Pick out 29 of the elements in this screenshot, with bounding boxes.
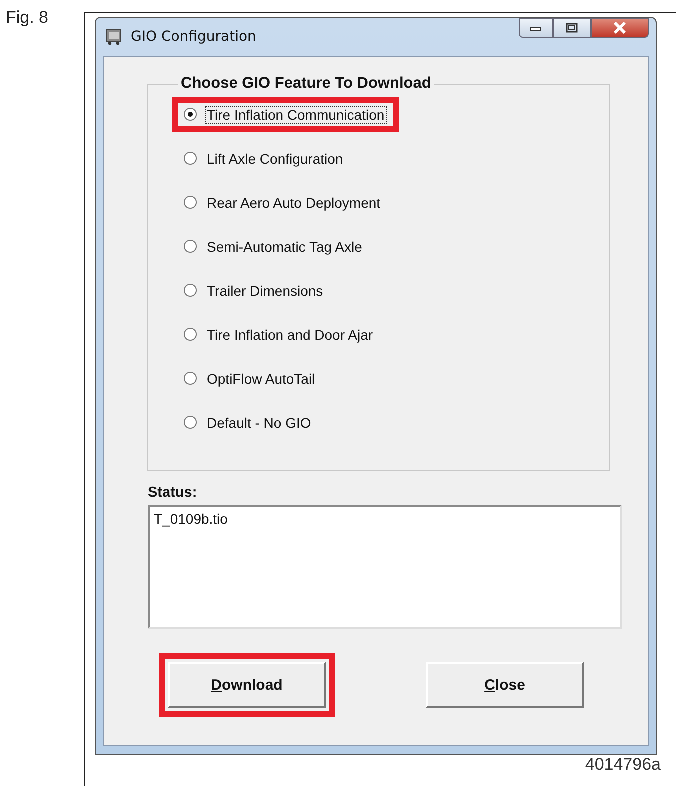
figure-caption: 4014796a [585,755,661,775]
radio-option[interactable]: Trailer Dimensions [184,281,326,300]
radio-option[interactable]: Semi-Automatic Tag Axle [184,237,364,256]
group-title: Choose GIO Feature To Download [180,75,432,93]
radio-option[interactable]: Tire Inflation and Door Ajar [184,325,376,344]
radio-button[interactable] [184,328,197,341]
radio-option[interactable]: Lift Axle Configuration [184,149,346,168]
radio-button[interactable] [184,240,197,253]
figure-label: Fig. 8 [6,8,49,28]
maximize-icon [566,23,578,33]
maximize-button[interactable] [553,18,591,38]
radio-button[interactable] [184,108,197,121]
radio-button[interactable] [184,372,197,385]
radio-button[interactable] [184,284,197,297]
dialog-button[interactable]: Download [168,662,326,708]
radio-option[interactable]: OptiFlow AutoTail [184,369,318,388]
minimize-button[interactable] [519,18,553,38]
close-icon [613,22,627,34]
radio-option[interactable]: Default - No GIO [184,413,314,432]
close-button[interactable] [591,18,649,38]
status-label: Status: [148,485,198,501]
window-title: GIO Configuration [131,29,256,45]
radio-button[interactable] [184,152,197,165]
radio-option[interactable]: Rear Aero Auto Deployment [184,193,383,212]
radio-button[interactable] [184,196,197,209]
app-icon [105,28,123,46]
radio-button[interactable] [184,416,197,429]
status-field: T_0109b.tio [148,505,622,629]
dialog-button[interactable]: Close [426,662,584,708]
